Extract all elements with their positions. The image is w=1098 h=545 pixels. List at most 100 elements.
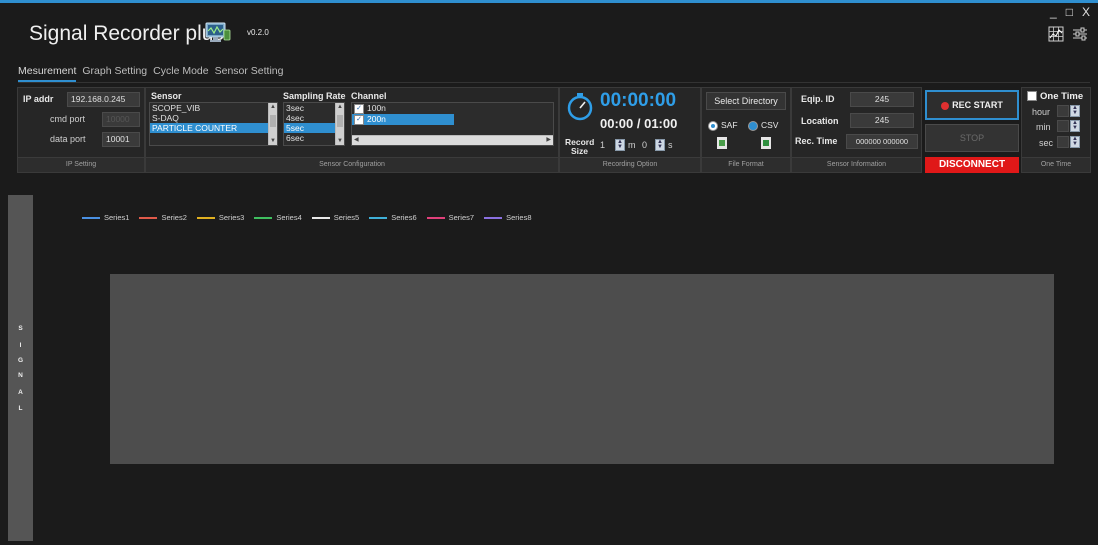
sensor-option[interactable]: SCOPE_VIB bbox=[150, 103, 277, 113]
channel-h-scrollbar[interactable]: ◀ ▶ bbox=[352, 135, 553, 145]
sec-input[interactable] bbox=[1057, 136, 1069, 148]
sensor-config-footer: Sensor Configuration bbox=[146, 157, 558, 172]
signal-plot-area[interactable] bbox=[110, 274, 1054, 464]
legend-item-series8[interactable]: Series8 bbox=[484, 213, 532, 222]
cmd-port-input[interactable]: 10000 bbox=[102, 112, 140, 127]
scroll-up-icon[interactable]: ▲ bbox=[336, 103, 344, 111]
legend-swatch bbox=[311, 216, 330, 219]
min-input[interactable] bbox=[1057, 120, 1069, 132]
min-spinner[interactable]: ▲ ▼ bbox=[1070, 120, 1080, 132]
data-port-label: data port bbox=[50, 134, 86, 144]
stopwatch-icon bbox=[565, 91, 595, 126]
rec-start-label: REC START bbox=[952, 100, 1003, 110]
saf-radio[interactable]: SAF bbox=[708, 120, 738, 131]
scroll-left-icon[interactable]: ◀ bbox=[354, 136, 359, 145]
checkbox-checked-icon[interactable]: ✓ bbox=[354, 114, 364, 125]
tab-cycle-mode[interactable]: Cycle Mode bbox=[153, 65, 208, 82]
csv-file-icon bbox=[760, 136, 772, 155]
legend-swatch bbox=[369, 216, 388, 219]
legend-item-series2[interactable]: Series2 bbox=[139, 213, 187, 222]
hour-label: hour bbox=[1032, 107, 1051, 117]
rec-start-button[interactable]: REC START bbox=[925, 90, 1019, 120]
ip-setting-panel: IP addr 192.168.0.245 cmd port 10000 dat… bbox=[17, 87, 145, 173]
settings-sliders-icon[interactable] bbox=[1072, 26, 1088, 42]
tab-sensor-setting[interactable]: Sensor Setting bbox=[215, 65, 284, 82]
stop-button[interactable]: STOP bbox=[925, 124, 1019, 152]
legend-item-series1[interactable]: Series1 bbox=[82, 213, 129, 222]
rate-option-selected[interactable]: 5sec bbox=[284, 123, 335, 133]
ip-setting-footer: IP Setting bbox=[18, 157, 144, 172]
sec-spinner[interactable]: ▲ ▼ bbox=[1070, 136, 1080, 148]
tab-mesurement[interactable]: Mesurement bbox=[18, 65, 77, 82]
sampling-rate-listbox[interactable]: 3sec 4sec 5sec 6sec ▲ ▼ bbox=[283, 102, 345, 146]
legend-item-series5[interactable]: Series5 bbox=[311, 213, 360, 222]
scroll-right-icon[interactable]: ▶ bbox=[546, 136, 551, 145]
radio-selected-icon[interactable] bbox=[708, 120, 718, 131]
sensor-option[interactable]: S-DAQ bbox=[150, 113, 277, 123]
location-label: Location bbox=[801, 116, 839, 126]
record-seconds-value[interactable]: 0 bbox=[642, 140, 647, 150]
ip-addr-input[interactable]: 192.168.0.245 bbox=[67, 92, 140, 107]
tab-graph-setting[interactable]: Graph Setting bbox=[82, 65, 147, 82]
scroll-thumb[interactable] bbox=[337, 115, 343, 127]
data-port-input[interactable]: 10001 bbox=[102, 132, 140, 147]
one-time-panel: One Time hour ▲ ▼ min ▲ ▼ sec ▲ ▼ One Time bbox=[1021, 87, 1091, 173]
csv-radio[interactable]: CSV bbox=[748, 120, 778, 131]
legend-label: Series6 bbox=[391, 213, 417, 222]
sensor-listbox[interactable]: SCOPE_VIB S-DAQ PARTICLE COUNTER ▲ ▼ bbox=[149, 102, 278, 146]
chart-grid-icon[interactable] bbox=[1048, 26, 1064, 42]
legend-label: Series3 bbox=[218, 213, 245, 222]
sensor-info-footer: Sensor Information bbox=[792, 157, 921, 172]
progress-time: 00:00 / 01:00 bbox=[600, 116, 678, 131]
rec-time-field: 000000 000000 bbox=[846, 134, 918, 149]
rec-time-label: Rec. Time bbox=[795, 136, 838, 146]
signal-letter: A bbox=[18, 389, 23, 396]
channel-item[interactable]: ✓ 100n bbox=[352, 103, 553, 114]
hour-input[interactable] bbox=[1057, 105, 1069, 117]
rate-scrollbar[interactable]: ▲ ▼ bbox=[335, 103, 344, 145]
tabs-divider bbox=[18, 82, 1090, 83]
legend-swatch bbox=[426, 216, 445, 219]
legend-item-series7[interactable]: Series7 bbox=[426, 213, 475, 222]
one-time-footer: One Time bbox=[1022, 157, 1090, 172]
select-directory-button[interactable]: Select Directory bbox=[706, 92, 786, 110]
maximize-button[interactable]: □ bbox=[1066, 6, 1073, 18]
legend-swatch bbox=[484, 216, 503, 219]
window-controls: _ □ X bbox=[1050, 6, 1090, 18]
channel-item-selected[interactable]: ✓ 200n bbox=[352, 113, 454, 125]
eqip-id-label: Eqip. ID bbox=[801, 94, 835, 104]
hour-spinner[interactable]: ▲ ▼ bbox=[1070, 105, 1080, 117]
scroll-thumb[interactable] bbox=[270, 115, 276, 127]
legend-swatch bbox=[82, 216, 100, 219]
legend-label: Series7 bbox=[448, 213, 475, 222]
minimize-button[interactable]: _ bbox=[1050, 6, 1057, 18]
legend-label: Series2 bbox=[161, 213, 187, 222]
scroll-down-icon[interactable]: ▼ bbox=[269, 137, 277, 145]
scroll-down-icon[interactable]: ▼ bbox=[336, 137, 344, 145]
radio-unselected-icon[interactable] bbox=[748, 120, 758, 131]
signal-axis-strip: S I G N A L bbox=[8, 195, 33, 541]
legend-label: Series5 bbox=[333, 213, 360, 222]
channel-list[interactable]: ✓ 100n ✓ 200n ◀ ▶ bbox=[351, 102, 554, 146]
sensor-option-selected[interactable]: PARTICLE COUNTER bbox=[150, 123, 268, 133]
file-format-panel: Select Directory SAF CSV File Format bbox=[701, 87, 791, 173]
checkbox-unchecked-icon[interactable] bbox=[1027, 91, 1037, 102]
location-field[interactable]: 245 bbox=[850, 113, 914, 128]
legend-item-series6[interactable]: Series6 bbox=[369, 213, 417, 222]
eqip-id-field[interactable]: 245 bbox=[850, 92, 914, 107]
checkbox-checked-icon[interactable]: ✓ bbox=[354, 103, 364, 114]
signal-letter: N bbox=[18, 372, 23, 379]
close-button[interactable]: X bbox=[1082, 6, 1090, 18]
record-dot-icon bbox=[941, 101, 950, 110]
legend-item-series4[interactable]: Series4 bbox=[254, 213, 302, 222]
minutes-unit: m bbox=[628, 140, 636, 150]
app-title: Signal Recorder plus bbox=[29, 22, 224, 45]
record-minutes-value[interactable]: 1 bbox=[600, 140, 605, 150]
sensor-scrollbar[interactable]: ▲ ▼ bbox=[268, 103, 277, 145]
scroll-up-icon[interactable]: ▲ bbox=[269, 103, 277, 111]
seconds-spinner[interactable]: ▲ ▼ bbox=[655, 139, 665, 151]
legend-item-series3[interactable]: Series3 bbox=[196, 213, 245, 222]
minutes-spinner[interactable]: ▲ ▼ bbox=[615, 139, 625, 151]
legend-label: Series1 bbox=[104, 213, 130, 222]
one-time-checkbox[interactable]: One Time bbox=[1027, 91, 1083, 102]
